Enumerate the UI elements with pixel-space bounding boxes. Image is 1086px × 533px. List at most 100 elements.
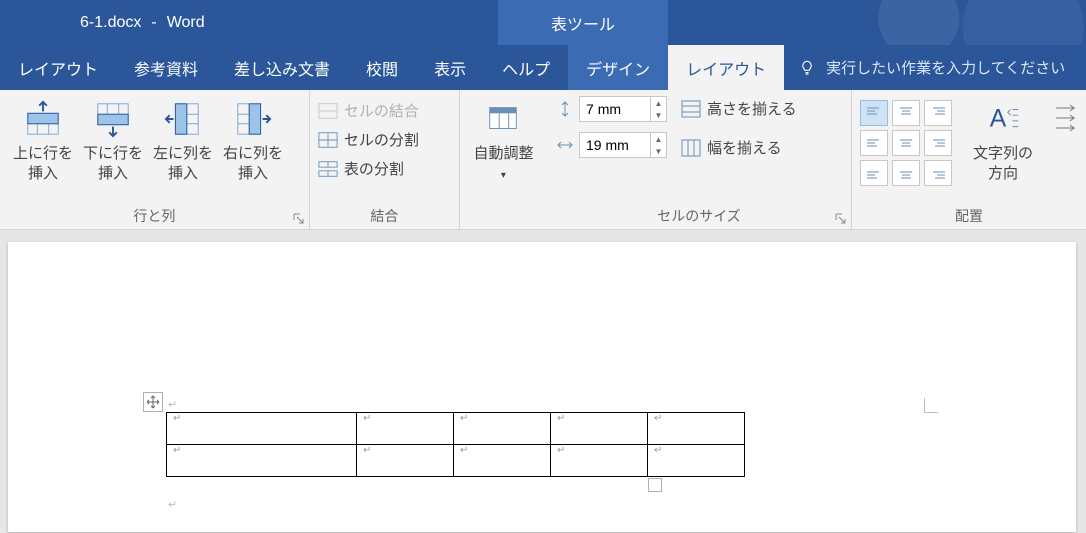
tab-table-layout[interactable]: レイアウト [668, 45, 784, 90]
tab-layout[interactable]: レイアウト [0, 45, 116, 90]
insert-row-below-button[interactable]: 下に行を挿入 [78, 96, 148, 185]
distribute-rows-label: 高さを揃える [707, 98, 797, 119]
dialog-launcher-icon[interactable] [293, 213, 305, 225]
distribute-rows-icon [681, 100, 701, 118]
merge-cells-icon [318, 102, 338, 120]
split-table-button[interactable]: 表の分割 [318, 158, 419, 179]
insert-col-right-label: 右に列を挿入 [223, 144, 283, 185]
group-rows-cols: 上に行を挿入 下に行を挿入 左に列を挿入 [0, 90, 310, 229]
autofit-button[interactable]: 自動調整▾ [468, 96, 538, 185]
tab-help[interactable]: ヘルプ [484, 45, 568, 90]
insert-col-left-button[interactable]: 左に列を挿入 [148, 96, 218, 185]
autofit-icon [484, 100, 522, 138]
row-height-icon [555, 99, 575, 119]
col-width-input[interactable] [580, 137, 650, 153]
group-label-rows-cols: 行と列 [0, 203, 309, 229]
split-cells-button[interactable]: セルの分割 [318, 129, 419, 150]
text-direction-button[interactable]: A 文字列の方向 [964, 96, 1042, 185]
context-tab-label: 表ツール [551, 11, 615, 35]
doc-filename: 6-1.docx [80, 14, 141, 32]
document-table[interactable]: ↵ ↵ ↵ ↵ ↵ ↵ ↵ ↵ ↵ ↵ [166, 412, 745, 477]
paragraph-mark: ↵ [168, 498, 177, 511]
tab-references[interactable]: 参考資料 [116, 45, 216, 90]
insert-row-above-label: 上に行を挿入 [13, 144, 73, 185]
table-cell[interactable]: ↵ [167, 445, 357, 477]
insert-col-left-label: 左に列を挿入 [153, 144, 213, 185]
tab-review[interactable]: 校閲 [348, 45, 416, 90]
title-bar: 6-1.docx - Word 表ツール [0, 0, 1086, 45]
distribute-cols-button[interactable]: 幅を揃える [681, 137, 797, 158]
align-top-right[interactable] [924, 100, 952, 126]
table-cell[interactable]: ↵ [357, 413, 454, 445]
group-label-merge: 結合 [310, 203, 459, 229]
insert-row-below-icon [94, 100, 132, 138]
table-cell[interactable]: ↵ [167, 413, 357, 445]
page[interactable]: ↵ ↵ ↵ ↵ ↵ ↵ ↵ ↵ ↵ ↵ ↵ ↵ [8, 242, 1076, 532]
table-row[interactable]: ↵ ↵ ↵ ↵ ↵ [167, 413, 745, 445]
app-name: Word [167, 14, 205, 32]
group-autofit: 自動調整▾ [460, 90, 547, 229]
table-row[interactable]: ↵ ↵ ↵ ↵ ↵ [167, 445, 745, 477]
split-table-icon [318, 160, 338, 178]
split-cells-label: セルの分割 [344, 129, 419, 150]
bulb-icon [798, 59, 816, 77]
align-bot-left[interactable] [860, 160, 888, 186]
title-sep: - [151, 14, 156, 32]
align-mid-center[interactable] [892, 130, 920, 156]
split-table-label: 表の分割 [344, 158, 404, 179]
insert-col-right-icon [234, 100, 272, 138]
insert-row-above-button[interactable]: 上に行を挿入 [8, 96, 78, 185]
title-right-decor [668, 0, 1086, 45]
text-direction-label: 文字列の方向 [973, 144, 1033, 185]
text-direction-icon: A [984, 100, 1022, 138]
align-top-left[interactable] [860, 100, 888, 126]
col-width-spinner[interactable]: ▲▼ [579, 132, 667, 158]
insert-row-below-label: 下に行を挿入 [83, 144, 143, 185]
tell-me-placeholder: 実行したい作業を入力してください [826, 57, 1065, 78]
group-label-cell-size: セルのサイズ [547, 203, 851, 229]
group-cell-size: ▲▼ ▲▼ 高さを揃える 幅を揃える [547, 90, 852, 229]
table-move-handle[interactable] [143, 392, 163, 412]
split-cells-icon [318, 131, 338, 149]
align-mid-left[interactable] [860, 130, 888, 156]
col-width-icon [555, 135, 575, 155]
distribute-rows-button[interactable]: 高さを揃える [681, 98, 797, 119]
distribute-cols-icon [681, 139, 701, 157]
title-text: 6-1.docx - Word [0, 14, 498, 32]
table-cell[interactable]: ↵ [357, 445, 454, 477]
align-bot-right[interactable] [924, 160, 952, 186]
autofit-label: 自動調整▾ [473, 144, 533, 185]
row-height-input[interactable] [580, 101, 650, 117]
group-label-alignment: 配置 [852, 203, 1086, 229]
table-cell[interactable]: ↵ [648, 413, 745, 445]
ribbon-tabs: レイアウト 参考資料 差し込み文書 校閲 表示 ヘルプ デザイン レイアウト 実… [0, 45, 1086, 90]
row-height-spinner[interactable]: ▲▼ [579, 96, 667, 122]
merge-cells-button: セルの結合 [318, 100, 419, 121]
margin-corner [924, 390, 946, 412]
row-height-up[interactable]: ▲ [651, 97, 666, 109]
col-width-up[interactable]: ▲ [651, 133, 666, 145]
row-height-down[interactable]: ▼ [651, 109, 666, 121]
table-cell[interactable]: ↵ [454, 445, 551, 477]
insert-col-right-button[interactable]: 右に列を挿入 [218, 96, 288, 185]
table-cell[interactable]: ↵ [551, 445, 648, 477]
tab-mailings[interactable]: 差し込み文書 [216, 45, 348, 90]
tab-view[interactable]: 表示 [416, 45, 484, 90]
align-mid-right[interactable] [924, 130, 952, 156]
col-width-down[interactable]: ▼ [651, 145, 666, 157]
table-cell[interactable]: ↵ [648, 445, 745, 477]
insert-row-above-icon [24, 100, 62, 138]
alignment-grid [860, 96, 952, 186]
dialog-launcher-icon[interactable] [835, 213, 847, 225]
table-resize-handle[interactable] [648, 478, 662, 492]
table-cell[interactable]: ↵ [454, 413, 551, 445]
document-area: ↵ ↵ ↵ ↵ ↵ ↵ ↵ ↵ ↵ ↵ ↵ ↵ [0, 230, 1086, 533]
merge-cells-label: セルの結合 [344, 100, 419, 121]
distribute-cols-label: 幅を揃える [707, 137, 782, 158]
tab-table-design[interactable]: デザイン [568, 45, 668, 90]
tell-me[interactable]: 実行したい作業を入力してください [784, 45, 1086, 90]
align-top-center[interactable] [892, 100, 920, 126]
table-cell[interactable]: ↵ [551, 413, 648, 445]
align-bot-center[interactable] [892, 160, 920, 186]
paragraph-mark: ↵ [168, 398, 177, 411]
